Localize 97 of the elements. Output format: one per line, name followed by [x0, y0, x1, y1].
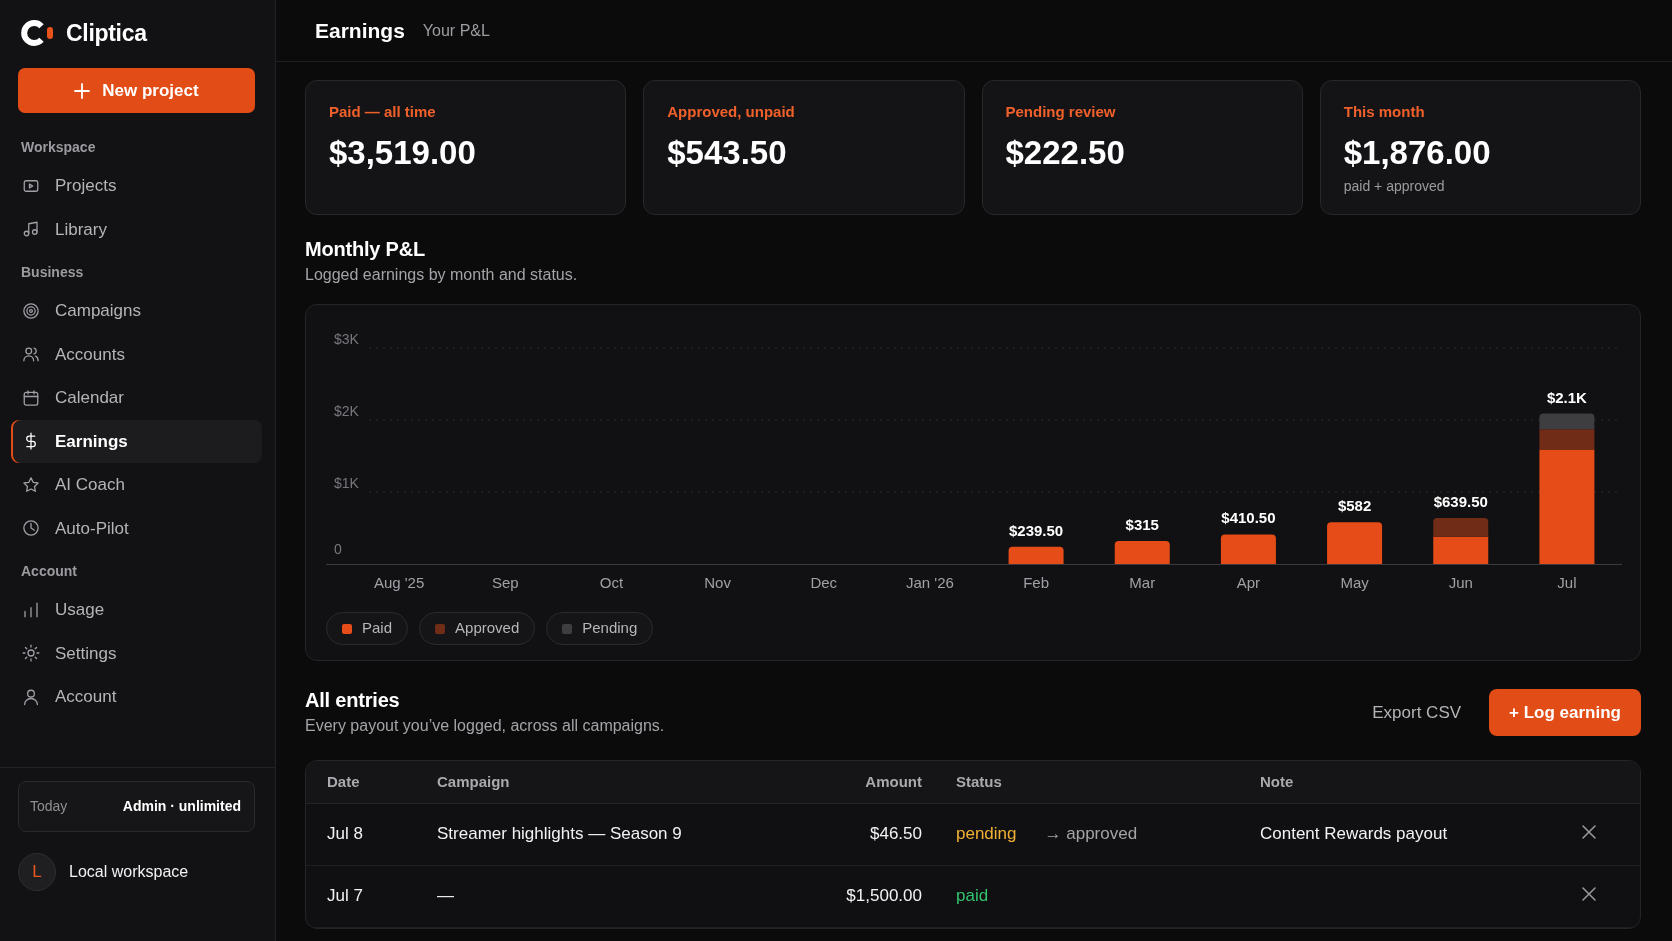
- nav-item[interactable]: Account: [11, 675, 262, 719]
- clock-icon: [22, 519, 40, 538]
- value-label: $2.1K: [1546, 388, 1587, 406]
- status-label: pending: [956, 824, 1017, 844]
- stat-value: $543.50: [667, 134, 788, 172]
- value-label: $239.50: [1008, 521, 1064, 539]
- stat-label: Approved, unpaid: [667, 103, 796, 121]
- axis-label: $2K: [334, 402, 359, 419]
- export-button[interactable]: Export CSV: [1360, 689, 1474, 736]
- bar-segment: [1433, 517, 1489, 537]
- axis-label: Aug '25: [373, 574, 425, 591]
- close-icon: [1582, 825, 1596, 840]
- axis-label: Feb: [1023, 574, 1049, 591]
- axis-label: Nov: [704, 574, 731, 591]
- nav-item[interactable]: Calendar: [11, 376, 262, 420]
- axis-label: May: [1340, 574, 1369, 591]
- nav-item[interactable]: Accounts: [11, 332, 262, 376]
- status-label: paid: [956, 886, 989, 906]
- axis-label: Oct: [599, 574, 624, 591]
- axis-label: Jun: [1448, 574, 1473, 591]
- avatar[interactable]: L: [18, 853, 56, 891]
- table-cell: Jul 8: [306, 803, 437, 865]
- page-title: Earnings: [315, 17, 405, 44]
- bar-segment: [1327, 522, 1383, 564]
- nav-item[interactable]: AI Coach: [11, 463, 262, 507]
- bar-segment: [1433, 536, 1489, 564]
- nav-item[interactable]: Earnings: [11, 419, 262, 463]
- value-label: $582: [1337, 497, 1372, 515]
- table-cell: Streamer highlights — Season 9: [437, 803, 761, 865]
- axis-label: $3K: [334, 330, 359, 347]
- legend-item[interactable]: Approved: [419, 612, 536, 645]
- stat-value: $3,519.00: [329, 134, 477, 172]
- target-icon: [22, 301, 40, 320]
- stat-label: This month: [1343, 103, 1426, 121]
- axis-label: Apr: [1236, 574, 1261, 591]
- table-cell: Content Rewards payout: [1260, 803, 1557, 865]
- section-label: Account: [20, 562, 78, 581]
- bar-chart-icon: [22, 600, 40, 619]
- axis-label: $1K: [334, 474, 359, 491]
- axis-label: Dec: [810, 574, 838, 591]
- plan-value: Admin · unlimited: [122, 797, 241, 816]
- axis-label: Jul: [1557, 574, 1577, 591]
- axis-label: 0: [334, 540, 342, 557]
- calendar-icon: [22, 388, 40, 407]
- new-project-button[interactable]: New project: [18, 68, 255, 113]
- nav-item[interactable]: Settings: [11, 631, 262, 675]
- section-title: Monthly P&L: [305, 237, 426, 261]
- section-label: Business: [20, 263, 85, 282]
- section-title: All entries: [305, 688, 401, 712]
- plus-icon: [74, 82, 91, 99]
- stat-label: Pending review: [1005, 103, 1117, 121]
- stat-note: paid + approved: [1343, 177, 1446, 195]
- plan-label: Today: [30, 797, 68, 816]
- stat-value: $1,876.00: [1343, 134, 1492, 172]
- users-icon: [22, 345, 40, 364]
- column-header: Status: [936, 761, 1260, 803]
- column-header: Campaign: [437, 761, 761, 803]
- nav-item[interactable]: Library: [11, 207, 262, 251]
- page-subtitle: Your P&L: [422, 20, 490, 41]
- legend-item[interactable]: Pending: [546, 612, 654, 645]
- bar-segment: [1008, 546, 1064, 564]
- column-header: Amount: [761, 761, 936, 803]
- section-label: Workspace: [20, 138, 97, 157]
- stat-value: $222.50: [1005, 134, 1126, 172]
- bar-segment: [1114, 540, 1170, 564]
- star-icon: [22, 475, 40, 494]
- axis-label: Sep: [491, 574, 519, 591]
- workspace-name: Local workspace: [69, 862, 189, 882]
- value-label: $315: [1125, 515, 1159, 533]
- nav-item[interactable]: Usage: [11, 588, 262, 632]
- bar-segment: [1539, 413, 1595, 430]
- table-cell: —: [437, 865, 761, 927]
- nav-item[interactable]: Projects: [11, 164, 262, 208]
- bar-segment: [1220, 534, 1276, 564]
- column-header: Note: [1260, 761, 1557, 803]
- nav-item[interactable]: Auto-Pilot: [11, 506, 262, 550]
- nav-item[interactable]: Campaigns: [11, 289, 262, 333]
- legend-item[interactable]: Paid: [326, 612, 409, 645]
- log-earning-button[interactable]: + Log earning: [1489, 689, 1641, 736]
- axis-label: Jan '26: [905, 574, 954, 591]
- column-header: Date: [306, 761, 437, 803]
- brand-name: Cliptica: [66, 18, 147, 48]
- music-note-icon: [22, 220, 40, 239]
- user-icon: [22, 687, 40, 706]
- section-subtitle: Every payout you’ve logged, across all campaigns.: [305, 716, 665, 736]
- stat-label: Paid — all time: [329, 103, 437, 121]
- table-cell: $46.50: [761, 803, 936, 865]
- status-advance-link[interactable]: → approved: [1044, 824, 1138, 844]
- value-label: $639.50: [1433, 492, 1488, 510]
- axis-label: Mar: [1129, 574, 1156, 591]
- close-icon: [1582, 887, 1596, 902]
- sun-icon: [22, 644, 40, 663]
- table-cell: Jul 7: [306, 865, 437, 927]
- section-subtitle: Logged earnings by month and status.: [305, 265, 579, 285]
- table-cell: $1,500.00: [761, 865, 936, 927]
- value-label: $410.50: [1221, 509, 1276, 527]
- logo-icon: [21, 20, 54, 46]
